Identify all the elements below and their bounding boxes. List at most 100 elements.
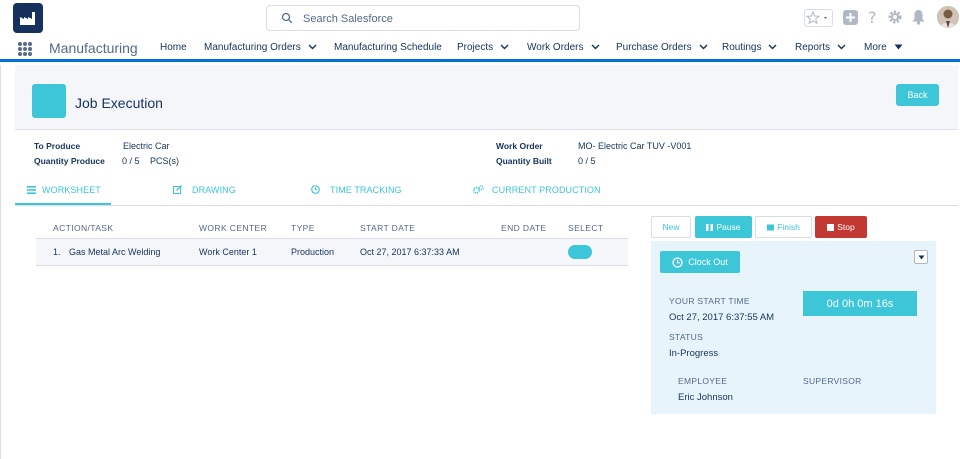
chevron-down-icon[interactable] — [591, 44, 600, 50]
nav-item-manufacturing-schedule[interactable]: Manufacturing Schedule — [334, 42, 442, 53]
nav-item-purchase-orders[interactable]: Purchase Orders — [616, 42, 708, 53]
employee-value: Eric Johnson — [678, 392, 733, 403]
nav-item-label: Routings — [722, 42, 762, 53]
stop-button[interactable]: Stop — [815, 216, 867, 238]
elapsed-timer: 0d 0h 0m 16s — [803, 291, 917, 316]
tab-time-tracking[interactable]: TIME TRACKING — [311, 185, 402, 195]
bell-icon[interactable] — [911, 9, 926, 25]
row-type: Production — [291, 247, 335, 257]
quantity-produce-label: Quantity Produce — [34, 156, 105, 166]
edit-icon — [173, 185, 182, 194]
user-avatar[interactable] — [937, 6, 959, 28]
star-icon — [805, 10, 827, 25]
svg-text:?: ? — [868, 9, 877, 26]
back-button[interactable]: Back — [896, 84, 939, 106]
pause-icon — [706, 223, 714, 231]
nav-item-manufacturing-orders[interactable]: Manufacturing Orders — [204, 42, 317, 53]
to-produce-label: To Produce — [34, 141, 81, 151]
to-produce-value: Electric Car — [123, 141, 170, 151]
quantity-built-label: Quantity Built — [496, 156, 552, 166]
nav-item-label: Purchase Orders — [616, 42, 692, 53]
page-title: Job Execution — [75, 95, 163, 111]
row-index: 1. — [53, 247, 61, 257]
chevron-down-icon[interactable] — [837, 44, 846, 50]
list-icon — [27, 186, 36, 194]
column-header-work-center: WORK CENTER — [199, 223, 268, 233]
caret-down-icon[interactable] — [894, 44, 903, 50]
column-header-start-date: START DATE — [360, 223, 416, 233]
app-navigation: Manufacturing Home Manufacturing Orders … — [0, 36, 960, 62]
search-icon — [281, 12, 293, 24]
app-launcher-icon[interactable] — [18, 42, 32, 56]
gears-icon — [473, 185, 484, 194]
tab-worksheet[interactable]: WORKSHEET — [27, 185, 101, 195]
row-start-date: Oct 27, 2017 6:37:33 AM — [360, 247, 460, 257]
app-name: Manufacturing — [49, 40, 138, 56]
nav-item-more[interactable]: More — [864, 42, 903, 53]
start-time-label: YOUR START TIME — [669, 296, 750, 306]
column-header-end-date: END DATE — [501, 223, 547, 233]
chevron-down-icon[interactable] — [500, 44, 509, 50]
row-select-toggle[interactable] — [568, 245, 592, 259]
tab-drawing[interactable]: DRAWING — [173, 185, 236, 195]
nav-item-routings[interactable]: Routings — [722, 42, 777, 53]
nav-item-label: Home — [160, 42, 187, 53]
nav-item-work-orders[interactable]: Work Orders — [527, 42, 600, 53]
add-icon[interactable] — [843, 10, 858, 25]
tab-label: TIME TRACKING — [330, 185, 402, 195]
clock-icon — [311, 185, 320, 194]
new-button[interactable]: New — [651, 216, 691, 238]
caret-down-icon — [918, 255, 924, 259]
nav-item-label: Manufacturing Orders — [204, 42, 301, 53]
app-logo[interactable] — [13, 3, 43, 33]
table-row[interactable]: 1. Gas Metal Arc Welding Work Center 1 P… — [36, 239, 628, 266]
stop-square-icon — [767, 224, 775, 230]
chevron-down-icon[interactable] — [699, 44, 708, 50]
panel-menu-button[interactable] — [914, 250, 928, 264]
favorites-button[interactable] — [804, 9, 833, 27]
row-work-center: Work Center 1 — [199, 247, 257, 257]
chevron-down-icon[interactable] — [308, 44, 317, 50]
status-label: STATUS — [669, 332, 704, 342]
tab-current-production[interactable]: CURRENT PRODUCTION — [473, 185, 601, 195]
global-header: ? — [0, 0, 960, 36]
pause-label: Pause — [716, 222, 741, 232]
nav-item-reports[interactable]: Reports — [795, 42, 846, 53]
stop-label: Stop — [837, 222, 855, 232]
nav-item-projects[interactable]: Projects — [457, 42, 509, 53]
stop-icon — [827, 223, 835, 231]
column-header-type: TYPE — [291, 223, 315, 233]
active-tab-indicator — [15, 203, 111, 205]
global-search[interactable] — [266, 5, 580, 31]
employee-label: EMPLOYEE — [678, 376, 728, 386]
quantity-produce-value: 0 / 5 — [122, 156, 140, 166]
row-task: Gas Metal Arc Welding — [69, 247, 161, 257]
factory-icon — [20, 12, 35, 25]
finish-button[interactable]: Finish — [755, 216, 812, 238]
pause-button[interactable]: Pause — [695, 216, 752, 238]
user-photo-icon — [937, 6, 959, 28]
nav-item-label: Projects — [457, 42, 494, 53]
finish-label: Finish — [777, 222, 800, 232]
nav-item-label: Work Orders — [527, 42, 584, 53]
new-label: New — [662, 222, 680, 232]
start-time-value: Oct 27, 2017 6:37:55 AM — [669, 312, 775, 323]
tab-label: WORKSHEET — [42, 185, 101, 195]
search-input[interactable] — [303, 10, 563, 27]
supervisor-label: SUPERVISOR — [803, 376, 862, 386]
clock-out-label: Clock Out — [688, 257, 728, 267]
table-header: ACTION/TASK WORK CENTER TYPE START DATE … — [36, 216, 628, 239]
quantity-built-value: 0 / 5 — [578, 156, 596, 166]
nav-item-label: Reports — [795, 42, 831, 53]
column-header-select: SELECT — [568, 223, 604, 233]
nav-item-label: More — [864, 42, 887, 53]
gear-icon[interactable] — [887, 9, 903, 25]
clock-out-button[interactable]: Clock Out — [660, 251, 740, 273]
tab-bar: WORKSHEET DRAWING TIME TRACKING CURRENT … — [15, 176, 958, 206]
job-execution-icon — [32, 84, 66, 118]
nav-item-home[interactable]: Home — [160, 42, 187, 53]
chevron-down-icon[interactable] — [768, 44, 777, 50]
tab-label: DRAWING — [192, 185, 236, 195]
help-icon[interactable]: ? — [866, 9, 880, 26]
work-order-label: Work Order — [496, 141, 543, 151]
